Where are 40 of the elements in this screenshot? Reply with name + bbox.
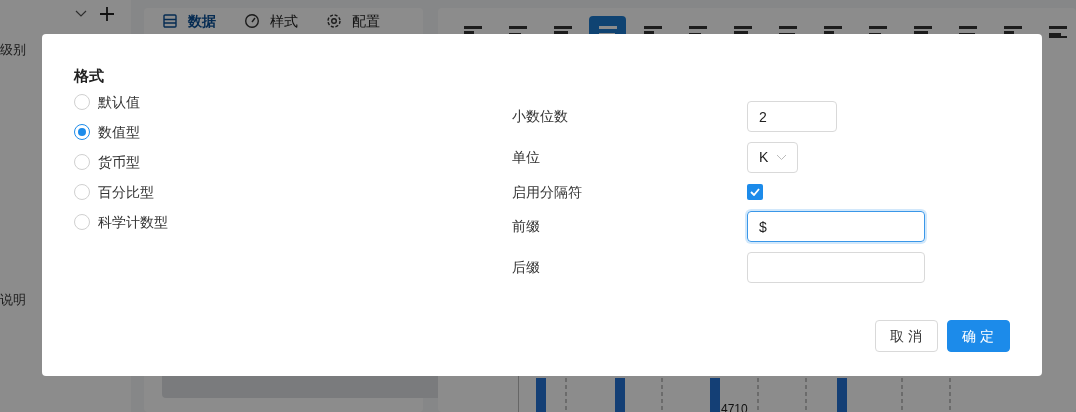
radio-button[interactable]: [74, 124, 90, 140]
gear-icon: [325, 13, 342, 29]
chart-bar: [615, 378, 625, 412]
radio-label: 默认值: [98, 92, 140, 112]
panel-tab[interactable]: 数据: [161, 10, 216, 32]
chevron-down-icon: [776, 154, 788, 161]
check-icon: [750, 188, 760, 196]
number-input[interactable]: 2: [747, 101, 837, 132]
field-label: 后缀: [512, 258, 541, 277]
chart-bar: [837, 378, 847, 412]
field-label: 单位: [512, 148, 541, 167]
radio-label: 数值型: [98, 122, 140, 142]
radio-label: 货币型: [98, 152, 140, 172]
radio-button[interactable]: [74, 94, 90, 110]
radio-button[interactable]: [74, 184, 90, 200]
checkbox[interactable]: [747, 184, 763, 200]
field-label: 小数位数: [512, 107, 569, 126]
text-input[interactable]: $: [747, 211, 925, 242]
field-label: 启用分隔符: [512, 182, 583, 202]
radio-button[interactable]: [74, 154, 90, 170]
panel-tab[interactable]: 配置: [325, 10, 380, 32]
panel-tab[interactable]: 样式: [243, 10, 298, 32]
chart-bar: [536, 378, 546, 412]
cancel-button[interactable]: 取消: [875, 320, 938, 352]
unit-select[interactable]: K: [747, 142, 798, 173]
chevron-down-icon[interactable]: [75, 10, 88, 18]
confirm-button[interactable]: 确定: [947, 320, 1010, 352]
gauge-icon: [243, 13, 260, 29]
field-label: 说明: [0, 291, 26, 309]
plus-icon[interactable]: [99, 6, 116, 22]
chart-icon: [1048, 26, 1067, 38]
field-label: 级别: [0, 41, 26, 59]
table-icon: [161, 13, 178, 29]
text-input[interactable]: [747, 252, 925, 283]
chart-bar: [710, 378, 720, 412]
radio-button[interactable]: [74, 214, 90, 230]
radio-label: 科学计数型: [98, 212, 168, 232]
field-label: 前缀: [512, 217, 541, 236]
radio-label: 百分比型: [98, 182, 154, 202]
dialog-title: 格式: [74, 67, 105, 85]
